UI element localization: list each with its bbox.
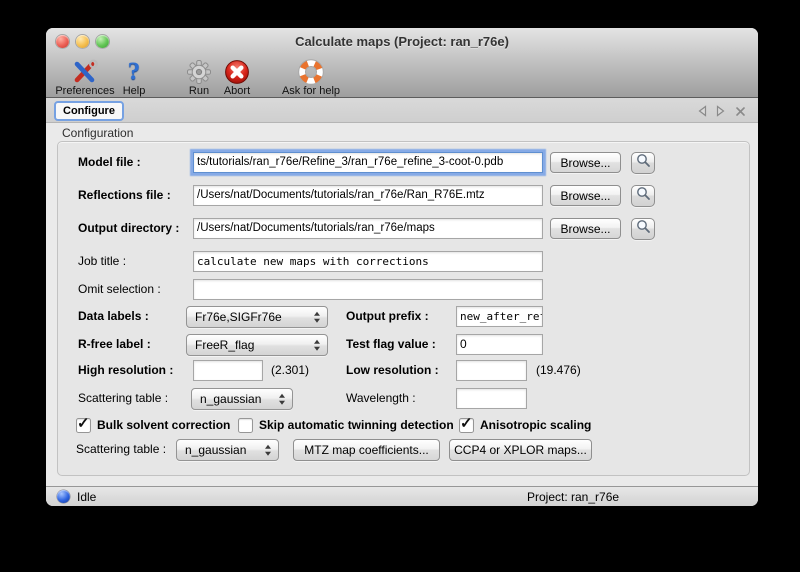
toolbar-item-label: Abort (224, 85, 250, 97)
data-labels-label: Data labels : (78, 306, 149, 327)
tab-next-icon[interactable] (716, 104, 726, 122)
toolbar-item-label: Ask for help (282, 85, 340, 97)
preferences-button[interactable]: Preferences (54, 57, 116, 97)
question-icon: ? (128, 59, 141, 85)
output-directory-browse-button[interactable]: Browse... (550, 218, 621, 239)
model-file-browse-button[interactable]: Browse... (550, 152, 621, 173)
zoom-window-button[interactable] (96, 35, 109, 48)
magnifier-icon (636, 219, 651, 239)
checkbox-box: ✓ (76, 418, 91, 433)
status-text: Idle (77, 490, 96, 504)
low-resolution-input[interactable] (456, 360, 527, 381)
r-free-label-label: R-free label : (78, 334, 151, 355)
wavelength-input[interactable] (456, 388, 527, 409)
scattering-table-2-label: Scattering table : (76, 439, 166, 460)
toolbar-item-label: Run (189, 85, 209, 97)
check-icon: ✓ (77, 414, 90, 432)
checkbox-label: Skip automatic twinning detection (259, 418, 454, 432)
omit-selection-label: Omit selection : (78, 279, 161, 300)
high-resolution-label: High resolution : (78, 360, 173, 381)
output-prefix-label: Output prefix : (346, 306, 429, 327)
title-bar: Calculate maps (Project: ran_r76e) (46, 28, 758, 55)
status-bar: Idle Project: ran_r76e (46, 486, 758, 506)
abort-icon (224, 59, 250, 85)
abort-button[interactable]: Abort (219, 57, 255, 97)
model-file-search-button[interactable] (631, 152, 655, 174)
run-button[interactable]: Run (185, 57, 213, 97)
configuration-groupbox: Model file : ts/tutorials/ran_r76e/Refin… (57, 141, 750, 476)
window-controls (56, 35, 109, 48)
chevron-updown-icon (314, 312, 320, 323)
tools-icon (70, 59, 100, 85)
magnifier-icon (636, 153, 651, 173)
close-window-button[interactable] (56, 35, 69, 48)
mtz-map-coefficients-button[interactable]: MTZ map coefficients... (293, 439, 440, 461)
magnifier-icon (636, 186, 651, 206)
scattering-table-value: n_gaussian (200, 392, 261, 406)
gear-icon (186, 59, 212, 85)
anisotropic-scaling-checkbox[interactable]: ✓ Anisotropic scaling (459, 417, 591, 433)
model-file-label: Model file : (78, 152, 141, 173)
test-flag-value-input[interactable]: 0 (456, 334, 543, 355)
data-labels-value: Fr76e,SIGFr76e (195, 310, 282, 324)
tab-close-icon[interactable] (735, 104, 746, 122)
scattering-table-label: Scattering table : (78, 388, 168, 409)
checkbox-box: ✓ (238, 418, 253, 433)
reflections-file-input[interactable]: /Users/nat/Documents/tutorials/ran_r76e/… (193, 185, 543, 206)
low-resolution-label: Low resolution : (346, 360, 439, 381)
scattering-table-select[interactable]: n_gaussian (191, 388, 293, 410)
tab-prev-icon[interactable] (697, 104, 707, 122)
section-label: Configuration (62, 126, 133, 140)
reflections-file-browse-button[interactable]: Browse... (550, 185, 621, 206)
checkbox-box: ✓ (459, 418, 474, 433)
check-icon: ✓ (460, 414, 473, 432)
output-directory-label: Output directory : (78, 218, 179, 239)
output-prefix-input[interactable]: new_after_refi (456, 306, 543, 327)
reflections-file-label: Reflections file : (78, 185, 171, 206)
toolbar-item-label: Preferences (55, 85, 114, 97)
skip-twinning-detection-checkbox[interactable]: ✓ Skip automatic twinning detection (238, 417, 454, 433)
scattering-table-2-value: n_gaussian (185, 443, 246, 457)
chevron-updown-icon (314, 340, 320, 351)
job-title-label: Job title : (78, 251, 126, 272)
toolbar: Preferences ? Help Run (46, 55, 758, 98)
configure-panel: Configuration Model file : ts/tutorials/… (46, 123, 758, 487)
app-window: Calculate maps (Project: ran_r76e) Prefe… (46, 28, 758, 506)
ask-for-help-button[interactable]: Ask for help (283, 57, 339, 97)
lifebuoy-icon (298, 59, 324, 85)
chevron-updown-icon (279, 394, 285, 405)
test-flag-value-label: Test flag value : (346, 334, 436, 355)
minimize-window-button[interactable] (76, 35, 89, 48)
high-resolution-hint: (2.301) (271, 360, 309, 381)
tab-bar: Configure (46, 98, 758, 123)
low-resolution-hint: (19.476) (536, 360, 581, 381)
window-title: Calculate maps (Project: ran_r76e) (46, 28, 758, 55)
wavelength-label: Wavelength : (346, 388, 416, 409)
project-label: Project: ran_r76e (527, 490, 619, 504)
model-file-input[interactable]: ts/tutorials/ran_r76e/Refine_3/ran_r76e_… (193, 152, 543, 173)
data-labels-select[interactable]: Fr76e,SIGFr76e (186, 306, 328, 328)
tab-configure[interactable]: Configure (54, 101, 124, 121)
high-resolution-input[interactable] (193, 360, 263, 381)
output-directory-search-button[interactable] (631, 218, 655, 240)
checkbox-label: Bulk solvent correction (97, 418, 230, 432)
status-indicator-icon (57, 490, 70, 503)
reflections-file-search-button[interactable] (631, 185, 655, 207)
omit-selection-input[interactable] (193, 279, 543, 300)
job-title-input[interactable]: calculate new maps with corrections (193, 251, 543, 272)
r-free-label-value: FreeR_flag (195, 338, 254, 352)
bulk-solvent-correction-checkbox[interactable]: ✓ Bulk solvent correction (76, 417, 230, 433)
ccp4-xplor-maps-button[interactable]: CCP4 or XPLOR maps... (449, 439, 592, 461)
toolbar-item-label: Help (123, 85, 146, 97)
help-button[interactable]: ? Help (120, 57, 148, 97)
scattering-table-2-select[interactable]: n_gaussian (176, 439, 279, 461)
r-free-label-select[interactable]: FreeR_flag (186, 334, 328, 356)
output-directory-input[interactable]: /Users/nat/Documents/tutorials/ran_r76e/… (193, 218, 543, 239)
checkbox-label: Anisotropic scaling (480, 418, 591, 432)
chevron-updown-icon (265, 445, 271, 456)
